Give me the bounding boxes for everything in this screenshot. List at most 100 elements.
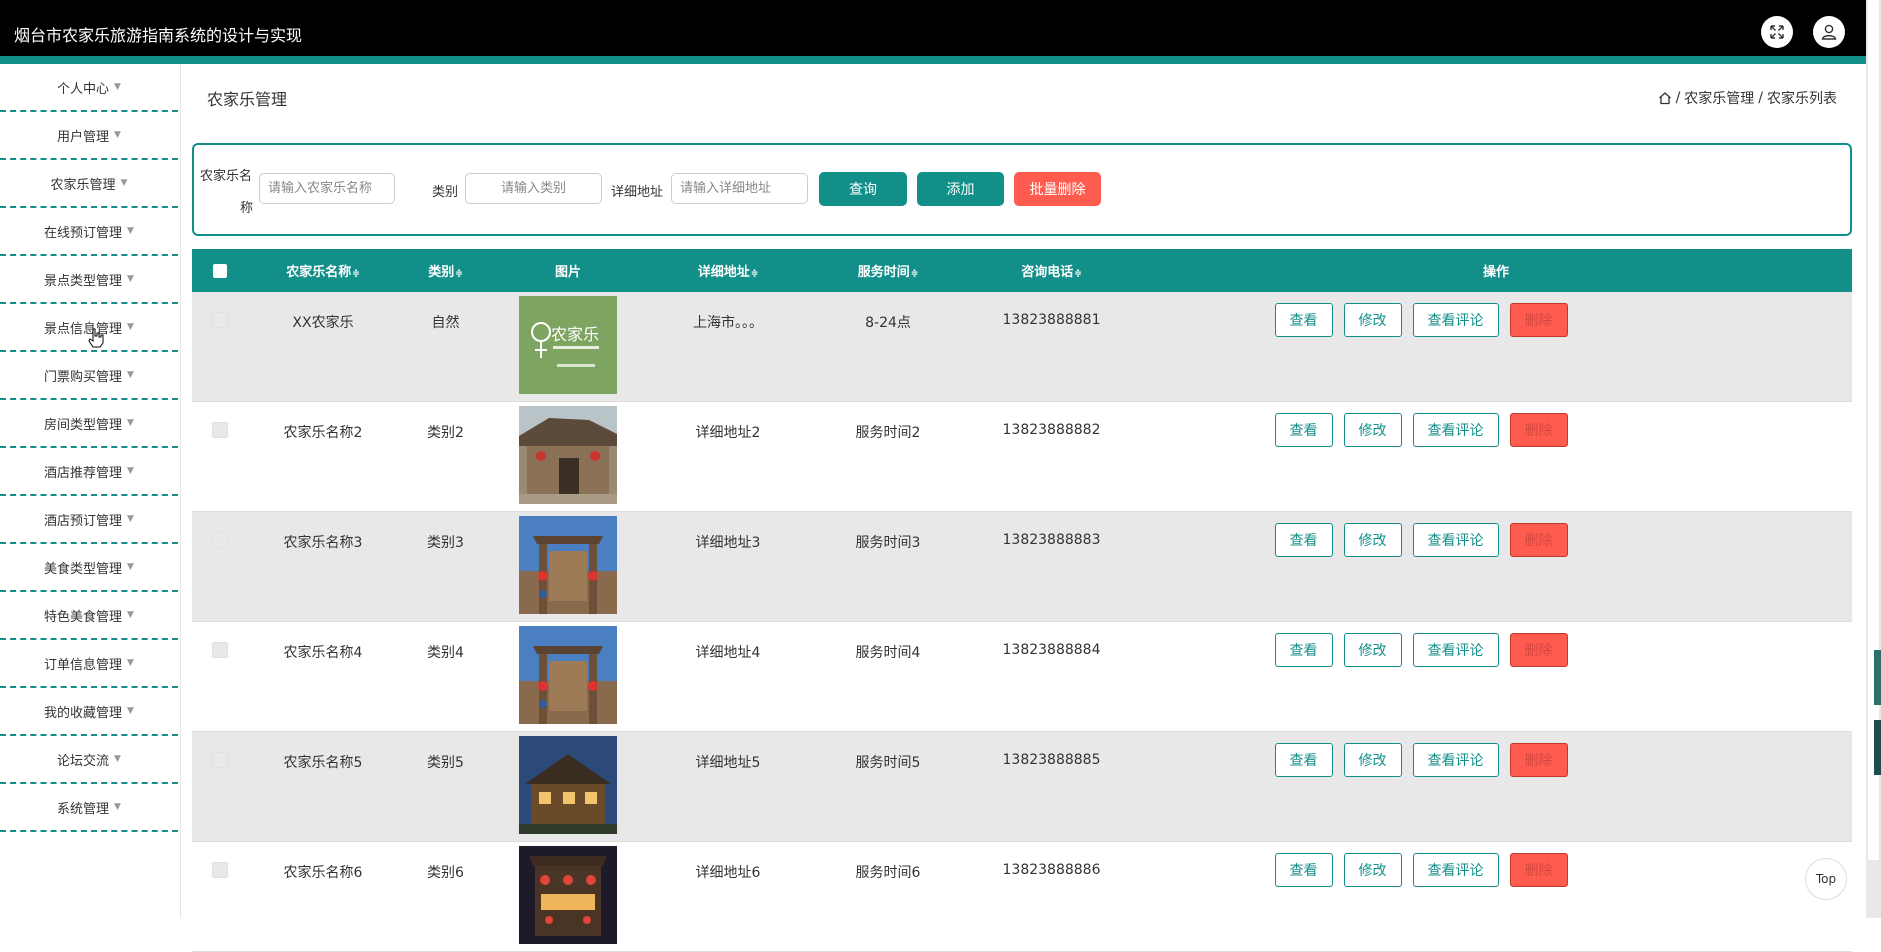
query-button[interactable]: 查询 [819, 172, 907, 206]
scrollbar-thumb-secondary[interactable] [1874, 720, 1881, 775]
cell-name: 农家乐名称3 [283, 535, 363, 551]
sidebar-item-orders[interactable]: 订单信息管理 ▼ [0, 640, 178, 688]
add-button[interactable]: 添加 [917, 172, 1004, 206]
table-row: 农家乐名称3 类别3 详细地址3 服务时间3 13823888883 查看 修改 [192, 511, 1852, 622]
select-all-checkbox[interactable] [213, 263, 227, 278]
address-search-input[interactable] [671, 173, 808, 204]
table-row: 农家乐名称6 类别6 详细地址6 服务时间6 13823888886 查看 修改… [192, 841, 1852, 952]
view-comments-button[interactable]: 查看评论 [1412, 853, 1499, 887]
cell-service-time: 服务时间3 [855, 535, 921, 551]
edit-button[interactable]: 修改 [1343, 523, 1402, 557]
gate-lanterns-image [519, 626, 617, 724]
view-button[interactable]: 查看 [1274, 743, 1333, 777]
view-button[interactable]: 查看 [1274, 413, 1333, 447]
delete-button[interactable]: 删除 [1509, 633, 1568, 667]
village-house-image [519, 406, 617, 504]
row-checkbox[interactable] [212, 862, 228, 878]
night-house-image [519, 736, 617, 834]
sidebar-item-label: 订单信息管理 [44, 657, 123, 673]
delete-button[interactable]: 删除 [1509, 303, 1568, 337]
sidebar-item-spot-types[interactable]: 景点类型管理 ▼ [0, 256, 178, 304]
edit-button[interactable]: 修改 [1343, 743, 1402, 777]
sidebar-item-special-food[interactable]: 特色美食管理 ▼ [0, 592, 178, 640]
user-menu-button[interactable] [1813, 16, 1845, 48]
sidebar-item-profile[interactable]: 个人中心 ▼ [0, 64, 178, 112]
sidebar-item-system[interactable]: 系统管理 ▼ [0, 784, 178, 832]
sidebar-item-hotel-recommend[interactable]: 酒店推荐管理 ▼ [0, 448, 178, 496]
view-comments-button[interactable]: 查看评论 [1412, 633, 1499, 667]
caret-down-icon: ▼ [127, 274, 134, 284]
delete-button[interactable]: 删除 [1509, 743, 1568, 777]
name-search-input[interactable] [259, 173, 395, 204]
edit-button[interactable]: 修改 [1343, 633, 1402, 667]
delete-label: 删除 [1524, 423, 1553, 439]
header-address[interactable]: 详细地址≑ [643, 249, 813, 292]
edit-button[interactable]: 修改 [1343, 413, 1402, 447]
caret-down-icon: ▼ [127, 610, 134, 620]
sort-icon: ≑ [1074, 269, 1082, 279]
table-row: XX农家乐 自然 农家乐 上海市。。。 8-24点 13823888881 查看… [192, 292, 1852, 402]
breadcrumb-level1[interactable]: 农家乐管理 [1684, 88, 1754, 108]
sidebar-item-room-types[interactable]: 房间类型管理 ▼ [0, 400, 178, 448]
delete-button[interactable]: 删除 [1509, 413, 1568, 447]
farmhouse-logo-image: 农家乐 [519, 296, 617, 394]
view-comments-button[interactable]: 查看评论 [1412, 413, 1499, 447]
row-checkbox[interactable] [212, 422, 228, 438]
sidebar-item-label: 特色美食管理 [44, 609, 123, 625]
sidebar-item-forum[interactable]: 论坛交流 ▼ [0, 736, 178, 784]
header-phone[interactable]: 咨询电话≑ [963, 249, 1140, 292]
app-title: 烟台市农家乐旅游指南系统的设计与实现 [14, 26, 303, 45]
cell-service-time: 服务时间6 [855, 865, 921, 881]
home-icon[interactable] [1658, 91, 1672, 105]
header-service-time[interactable]: 服务时间≑ [813, 249, 963, 292]
sidebar-item-label: 景点类型管理 [44, 273, 123, 289]
fullscreen-button[interactable] [1761, 16, 1793, 48]
header-category[interactable]: 类别≑ [398, 249, 493, 292]
sidebar-item-food-types[interactable]: 美食类型管理 ▼ [0, 544, 178, 592]
view-button[interactable]: 查看 [1274, 303, 1333, 337]
name-filter-label-line1: 农家乐名 [200, 169, 253, 184]
cell-address: 详细地址5 [695, 755, 761, 771]
top-header: 烟台市农家乐旅游指南系统的设计与实现 [0, 0, 1866, 56]
row-checkbox[interactable] [212, 312, 228, 328]
sidebar-item-users[interactable]: 用户管理 ▼ [0, 112, 178, 160]
cell-service-time: 服务时间5 [855, 755, 921, 771]
sidebar-item-hotel-booking[interactable]: 酒店预订管理 ▼ [0, 496, 178, 544]
back-to-top-button[interactable]: Top [1805, 858, 1847, 900]
view-comments-button[interactable]: 查看评论 [1412, 743, 1499, 777]
edit-button[interactable]: 修改 [1343, 853, 1402, 887]
header-label: 农家乐名称 [286, 265, 352, 280]
delete-button[interactable]: 删除 [1509, 523, 1568, 557]
category-search-input[interactable] [465, 173, 602, 204]
scrollbar-thumb[interactable] [1874, 650, 1881, 705]
view-comments-button[interactable]: 查看评论 [1412, 303, 1499, 337]
cell-name: 农家乐名称5 [283, 755, 363, 771]
sort-icon: ≑ [750, 269, 759, 279]
caret-down-icon: ▼ [127, 514, 134, 524]
view-button[interactable]: 查看 [1274, 633, 1333, 667]
sidebar-item-booking[interactable]: 在线预订管理 ▼ [0, 208, 178, 256]
sidebar-item-tickets[interactable]: 门票购买管理 ▼ [0, 352, 178, 400]
view-button[interactable]: 查看 [1274, 523, 1333, 557]
category-filter-label: 类别 [432, 185, 459, 200]
gate-lanterns-image [519, 516, 617, 614]
sidebar-item-farmhouse[interactable]: 农家乐管理 ▼ [0, 160, 178, 208]
view-button[interactable]: 查看 [1274, 853, 1333, 887]
vertical-scrollbar[interactable] [1866, 0, 1881, 918]
caret-down-icon: ▼ [127, 370, 134, 380]
row-checkbox[interactable] [212, 752, 228, 768]
table-row: 农家乐名称5 类别5 详细地址5 服务时间5 13823888885 查看 修改… [192, 731, 1852, 842]
sidebar-item-label: 房间类型管理 [44, 417, 123, 433]
view-comments-button[interactable]: 查看评论 [1412, 523, 1499, 557]
sidebar-item-favorites[interactable]: 我的收藏管理 ▼ [0, 688, 178, 736]
row-checkbox[interactable] [212, 532, 228, 548]
row-checkbox[interactable] [212, 642, 228, 658]
table-header-row: 农家乐名称≑ 类别≑ 图片 详细地址≑ 服务时间≑ 咨询电话≑ 操作 [192, 249, 1852, 292]
sidebar-item-label: 农家乐管理 [50, 177, 116, 193]
header-name[interactable]: 农家乐名称≑ [248, 249, 398, 292]
batch-delete-button[interactable]: 批量删除 [1014, 172, 1101, 206]
sidebar-item-label: 个人中心 [57, 81, 110, 97]
edit-button[interactable]: 修改 [1343, 303, 1402, 337]
delete-button[interactable]: 删除 [1509, 853, 1568, 887]
header-actions: 操作 [1140, 249, 1852, 292]
